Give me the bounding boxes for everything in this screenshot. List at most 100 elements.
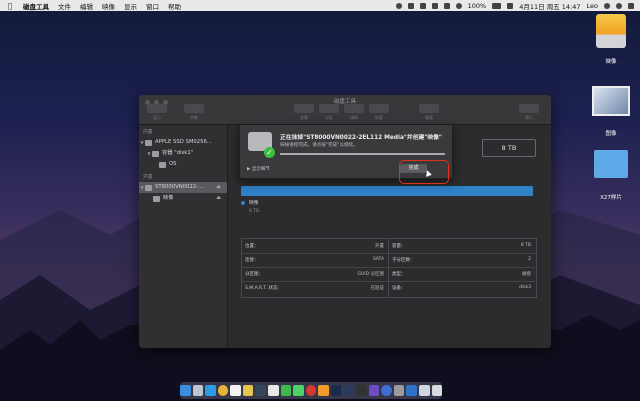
status-tray: 100% 4月11日 周五 14:47 Leo <box>395 0 634 11</box>
sheet-subtitle: 抹掉进程完成。请点按"完成"以继续。 <box>280 143 358 148</box>
window-titlebar[interactable]: 磁盘工具 显示 宗卷 急救 分区 抹掉 恢复 装载 简介 <box>139 95 551 125</box>
toolbar-partition-button[interactable] <box>319 104 339 113</box>
app-icon[interactable] <box>381 385 392 396</box>
info-key: 设备： <box>392 286 406 291</box>
menu-edit[interactable]: 编辑 <box>80 1 93 11</box>
volume-icon <box>153 195 160 202</box>
volume-icon <box>159 161 166 168</box>
battery-percent[interactable]: 100% <box>468 2 487 10</box>
flag-icon[interactable] <box>507 2 514 9</box>
info-key: 分区图： <box>245 272 263 277</box>
toolbar-restore-button[interactable] <box>369 104 389 113</box>
tumblr-icon[interactable] <box>255 385 266 396</box>
folder-icon <box>594 150 628 178</box>
desktop-icon-label: X27样片 <box>600 195 622 201</box>
volume-color-dot <box>241 201 245 205</box>
clock[interactable]: 4月11日 周五 14:47 <box>519 1 580 11</box>
qq-icon[interactable] <box>267 385 279 396</box>
safari-icon[interactable] <box>205 385 216 396</box>
status-icon[interactable] <box>395 2 402 9</box>
apple-menu-icon[interactable]:  <box>6 2 14 10</box>
wifi-icon[interactable] <box>455 2 462 9</box>
disk-info-table: 位置： 外置 连接： SATA 分区图： GUID 分区图 S.M.A.R.T. 状态… <box>241 238 537 298</box>
toolbar-info-button[interactable] <box>519 104 539 113</box>
lightroom-icon[interactable] <box>343 385 355 396</box>
menu-image[interactable]: 映像 <box>102 1 115 11</box>
sidebar-item-external-disk[interactable]: ▼ ST8000VN0022-... ⏏ <box>139 182 227 193</box>
disk-utility-icon[interactable] <box>393 385 405 396</box>
toolbar-view-button[interactable] <box>147 104 167 113</box>
toolbar-label: 宗卷 <box>190 115 198 120</box>
info-value: SATA <box>372 257 384 262</box>
menu-app-disk-utility[interactable]: 磁盘工具 <box>23 1 49 11</box>
sidebar-item-image-volume[interactable]: 映像 ⏏ <box>139 193 227 204</box>
volume-legend-name: 映像 <box>249 201 259 206</box>
menu-view[interactable]: 显示 <box>124 1 137 11</box>
app-icon[interactable] <box>368 385 380 396</box>
volume-legend-size: 8 TB <box>249 209 260 214</box>
info-key: 连接： <box>245 258 259 263</box>
toolbar-label: 显示 <box>153 115 161 120</box>
disk-icon <box>145 139 152 146</box>
upload-icon[interactable] <box>443 2 450 9</box>
toolbar-volume-button[interactable] <box>184 104 204 113</box>
notification-center-icon[interactable] <box>628 2 634 9</box>
desktop-icon-label: 图像 <box>605 131 617 137</box>
desktop-icon-drive[interactable]: 映像 <box>590 14 632 65</box>
app-icon[interactable] <box>318 385 329 396</box>
show-details-toggle[interactable]: ▶ 显示细节 <box>247 166 270 172</box>
final-cut-icon[interactable] <box>356 385 367 396</box>
finder-icon[interactable] <box>179 385 191 396</box>
menu-window[interactable]: 窗口 <box>146 1 159 11</box>
sidebar-item-label: OS <box>169 161 177 167</box>
eject-icon[interactable]: ⏏ <box>216 182 221 193</box>
info-value: 磁盘 <box>522 272 531 277</box>
toolbar-firstaid-button[interactable] <box>294 104 314 113</box>
info-key: 位置： <box>245 244 259 249</box>
info-row: 子分区数： 2 <box>389 253 535 268</box>
documents-folder-icon[interactable] <box>418 385 430 396</box>
user-name[interactable]: Leo <box>587 2 598 10</box>
calendar-icon[interactable] <box>230 385 241 396</box>
sidebar-header-external: 外置 <box>143 175 153 180</box>
headphones-icon[interactable] <box>431 2 438 9</box>
disk-icon <box>145 184 152 191</box>
desktop-icon-label: 映像 <box>605 59 617 65</box>
sidebar-item-label: 映像 <box>163 195 174 201</box>
notes-icon[interactable] <box>242 385 254 396</box>
image-icon <box>592 86 630 116</box>
toolbar-label: 装载 <box>425 115 433 120</box>
desktop-icon-folder[interactable]: X27样片 <box>590 150 632 201</box>
launchpad-icon[interactable] <box>192 385 204 396</box>
messages-icon[interactable] <box>293 385 304 396</box>
search-icon[interactable] <box>604 2 610 9</box>
sidebar-header-internal: 内置 <box>143 130 153 135</box>
info-row: S.M.A.R.T. 状态： 已验证 <box>242 281 388 295</box>
info-value: disk3 <box>519 285 531 290</box>
eject-icon[interactable]: ⏏ <box>216 193 221 204</box>
menu-help[interactable]: 帮助 <box>168 1 181 11</box>
siri-icon[interactable] <box>616 2 622 9</box>
battery-icon[interactable] <box>492 2 502 9</box>
info-value: 8 TB <box>520 243 531 248</box>
toolbar-mount-button[interactable] <box>419 104 439 113</box>
app-icon[interactable] <box>406 385 417 396</box>
app-tray-icon[interactable] <box>419 2 426 9</box>
sidebar-item-internal-disk[interactable]: ▼ APPLE SSD SM0256... <box>139 137 227 148</box>
info-row: 连接： SATA <box>242 253 388 268</box>
wechat-icon[interactable] <box>280 385 292 396</box>
info-value: GUID 分区图 <box>357 272 384 277</box>
sheet-title: 正在抹掉"ST8000VN0022-2EL112 Media"并创建"映像" <box>280 135 442 141</box>
trash-icon[interactable] <box>431 385 443 396</box>
sidebar-item-os[interactable]: OS <box>139 159 227 170</box>
app-tray-icon[interactable] <box>407 2 414 9</box>
netease-music-icon[interactable] <box>305 385 317 396</box>
desktop-icon-image[interactable]: 图像 <box>590 86 632 137</box>
info-row: 类型： 磁盘 <box>389 267 535 282</box>
sidebar-item-label: ST8000VN0022-... <box>155 184 204 190</box>
menu-file[interactable]: 文件 <box>58 1 71 11</box>
toolbar-erase-button[interactable] <box>344 104 364 113</box>
chrome-icon[interactable] <box>217 385 229 396</box>
photoshop-icon[interactable] <box>330 385 342 396</box>
sidebar-item-container[interactable]: ▼ 容器 "disk1" <box>139 148 227 159</box>
